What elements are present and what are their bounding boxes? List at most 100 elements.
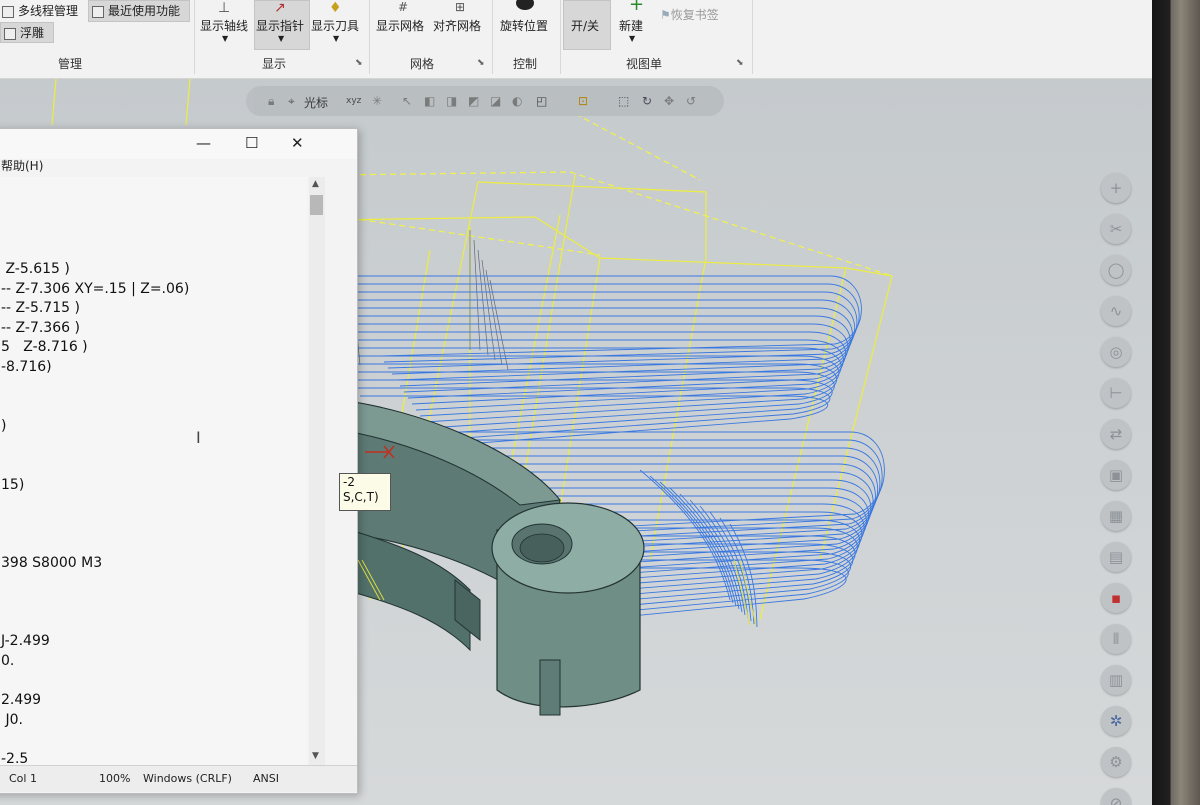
text-line: ) [1, 417, 7, 434]
close-button[interactable]: ✕ [291, 134, 304, 152]
text-line: -- Z-5.715 ) [1, 300, 80, 317]
chevron-down-icon: ▼ [629, 34, 636, 43]
scroll-down-icon[interactable]: ▼ [312, 751, 319, 761]
text-line: J-2.499 [1, 633, 50, 650]
status-line-ending: Windows (CRLF) [143, 772, 232, 785]
multi-thread-icon [2, 5, 14, 18]
gear-icon[interactable]: ⚙ [1101, 747, 1131, 777]
show-axis-button[interactable]: ⊥ 显示轴线 ▼ [200, 0, 252, 48]
view-cube-icon[interactable]: ⬚ [618, 94, 629, 108]
red-box-icon[interactable]: ▪ [1101, 583, 1131, 613]
vertical-scrollbar[interactable]: ▲ ▼ [309, 177, 325, 767]
text-line: -- Z-7.306 XY=.15 | Z=.06) [1, 280, 190, 297]
dimension-icon[interactable]: ⊢ [1101, 378, 1131, 408]
dialog-launcher-icon[interactable]: ⬊ [477, 58, 485, 68]
recent-functions-item[interactable]: 最近使用功能 [92, 2, 180, 19]
scroll-up-icon[interactable]: ▲ [312, 179, 319, 189]
pan-view-icon[interactable]: ✥ [664, 94, 674, 108]
rotate-position-label: 旋转位置 [500, 19, 549, 33]
new-button[interactable]: + 新建 ▼ [619, 0, 655, 48]
curve-icon[interactable]: ∿ [1101, 296, 1131, 326]
align-grid-label: 对齐网格 [433, 19, 482, 33]
bars-icon[interactable]: ⦀ [1101, 624, 1131, 654]
tool-icon: ♦ [329, 0, 342, 16]
box-icon[interactable]: ▦ [1101, 501, 1131, 531]
rotate-view-icon[interactable]: ↻ [642, 94, 652, 108]
restore-bookmark-button[interactable]: ⚑恢复书签 [660, 6, 719, 23]
shape-icon-4[interactable]: ◪ [490, 94, 501, 108]
minimize-button[interactable]: — [196, 134, 211, 152]
bookmark-icon: ⚑ [660, 8, 671, 22]
pointer-icon: ↗ [274, 0, 286, 16]
cursor-icon[interactable]: ⌖ [288, 94, 295, 109]
align-grid-icon: ⊞ [455, 0, 466, 14]
shape-icon-1[interactable]: ◧ [424, 94, 435, 108]
show-grid-label: 显示网格 [376, 19, 425, 33]
recent-functions-label: 最近使用功能 [108, 4, 181, 18]
stack-icon[interactable]: ▤ [1101, 542, 1131, 572]
shape-icon-2[interactable]: ◨ [446, 94, 457, 108]
group-grid: 网格 [410, 57, 435, 71]
status-position: Col 1 [9, 772, 37, 785]
target-icon[interactable]: ◎ [1101, 337, 1131, 367]
on-off-button[interactable]: 开/关 [571, 17, 599, 34]
text-line: 15) [1, 476, 25, 493]
cursor-label[interactable]: 光标 [304, 94, 328, 111]
dialog-launcher-icon[interactable]: ⬊ [355, 58, 363, 68]
shape-icon-5[interactable]: ◐ [512, 94, 522, 108]
gear-cluster-icon[interactable]: ✲ [1101, 706, 1131, 736]
multi-thread-label: 多线程管理 [18, 4, 79, 18]
restore-bookmark-label: 恢复书签 [670, 8, 719, 22]
float-item[interactable]: 浮雕 [4, 24, 44, 41]
notepad-statusbar: Col 1 100% Windows (CRLF) ANSI [0, 765, 357, 792]
align-grid-button[interactable]: ⊞ 对齐网格 [433, 0, 487, 40]
show-tool-button[interactable]: ♦ 显示刀具 ▼ [311, 0, 363, 48]
xyz-icon[interactable]: xyz [346, 96, 361, 106]
notepad-text-area[interactable]: Z-5.615 ) -- Z-7.306 XY=.15 | Z=.06) -- Z-… [0, 177, 307, 767]
text-cursor-icon: I [196, 428, 201, 447]
float-label: 浮雕 [20, 26, 45, 40]
chevron-down-icon: ▼ [222, 34, 229, 43]
solid-part [329, 399, 645, 716]
circle-icon[interactable]: ◯ [1101, 255, 1131, 285]
chart-icon[interactable]: ▥ [1101, 665, 1131, 695]
show-pointer-button[interactable]: ↗ 显示指针 ▼ [256, 0, 308, 48]
lock-icon[interactable]: 🔒︎ [268, 94, 274, 109]
cube-select-icon[interactable]: ◰ [536, 94, 547, 108]
rotate-icon [516, 0, 534, 10]
on-off-label: 开/关 [571, 19, 600, 33]
new-label: 新建 [619, 19, 644, 33]
axis-icon: ⊥ [218, 0, 231, 16]
group-display: 显示 [262, 57, 287, 71]
snap-icon[interactable]: ✳ [372, 94, 382, 108]
swap-icon[interactable]: ⇄ [1101, 419, 1131, 449]
maximize-button[interactable]: ☐ [245, 134, 258, 152]
notepad-titlebar[interactable]: — ☐ ✕ [0, 129, 357, 159]
grid-icon: # [398, 0, 409, 14]
cube-icon[interactable]: ▣ [1101, 460, 1131, 490]
grid-select-icon[interactable]: ⊡ [578, 94, 588, 108]
show-pointer-label: 显示指针 [256, 19, 305, 33]
cut-icon[interactable]: ✂ [1101, 214, 1131, 244]
shape-icon-3[interactable]: ◩ [468, 94, 479, 108]
text-line: 398 S8000 M3 [1, 555, 103, 571]
view-toolbar: 🔒︎ ⌖ 光标 xyz ✳ ↖ ◧ ◨ ◩ ◪ ◐ ◰ ⊡ ⬚ ↻ ✥ ↺ [246, 86, 724, 116]
notepad-window[interactable]: — ☐ ✕ 帮助(H) Z-5.615 ) -- Z-7.306 XY=.15 |… [0, 128, 358, 794]
tooltip-line-2: S,C,T) [343, 490, 379, 504]
monitor-screen: 多线程管理 最近使用功能 浮雕 管理 ⊥ 显示轴线 ▼ ↗ 显示指针 ▼ ♦ 显… [0, 0, 1160, 805]
toolpath-line [338, 307, 853, 381]
reset-view-icon[interactable]: ↺ [686, 94, 696, 108]
rotate-position-button[interactable]: 旋转位置 [500, 0, 554, 40]
plus-icon[interactable]: + [1101, 173, 1131, 203]
menu-help[interactable]: 帮助(H) [1, 157, 43, 174]
multi-thread-item[interactable]: 多线程管理 [2, 2, 78, 19]
ribbon: 多线程管理 最近使用功能 浮雕 管理 ⊥ 显示轴线 ▼ ↗ 显示指针 ▼ ♦ 显… [0, 0, 1160, 79]
select-icon[interactable]: ↖ [402, 94, 412, 108]
show-grid-button[interactable]: # 显示网格 [376, 0, 430, 40]
dialog-launcher-icon[interactable]: ⬊ [736, 58, 744, 68]
text-line: 2.499 [1, 692, 42, 709]
chevron-down-icon: ▼ [278, 34, 285, 43]
text-line: 0. [1, 653, 15, 669]
group-view-sheet: 视图单 [626, 57, 663, 71]
scrollbar-thumb[interactable] [310, 195, 323, 215]
